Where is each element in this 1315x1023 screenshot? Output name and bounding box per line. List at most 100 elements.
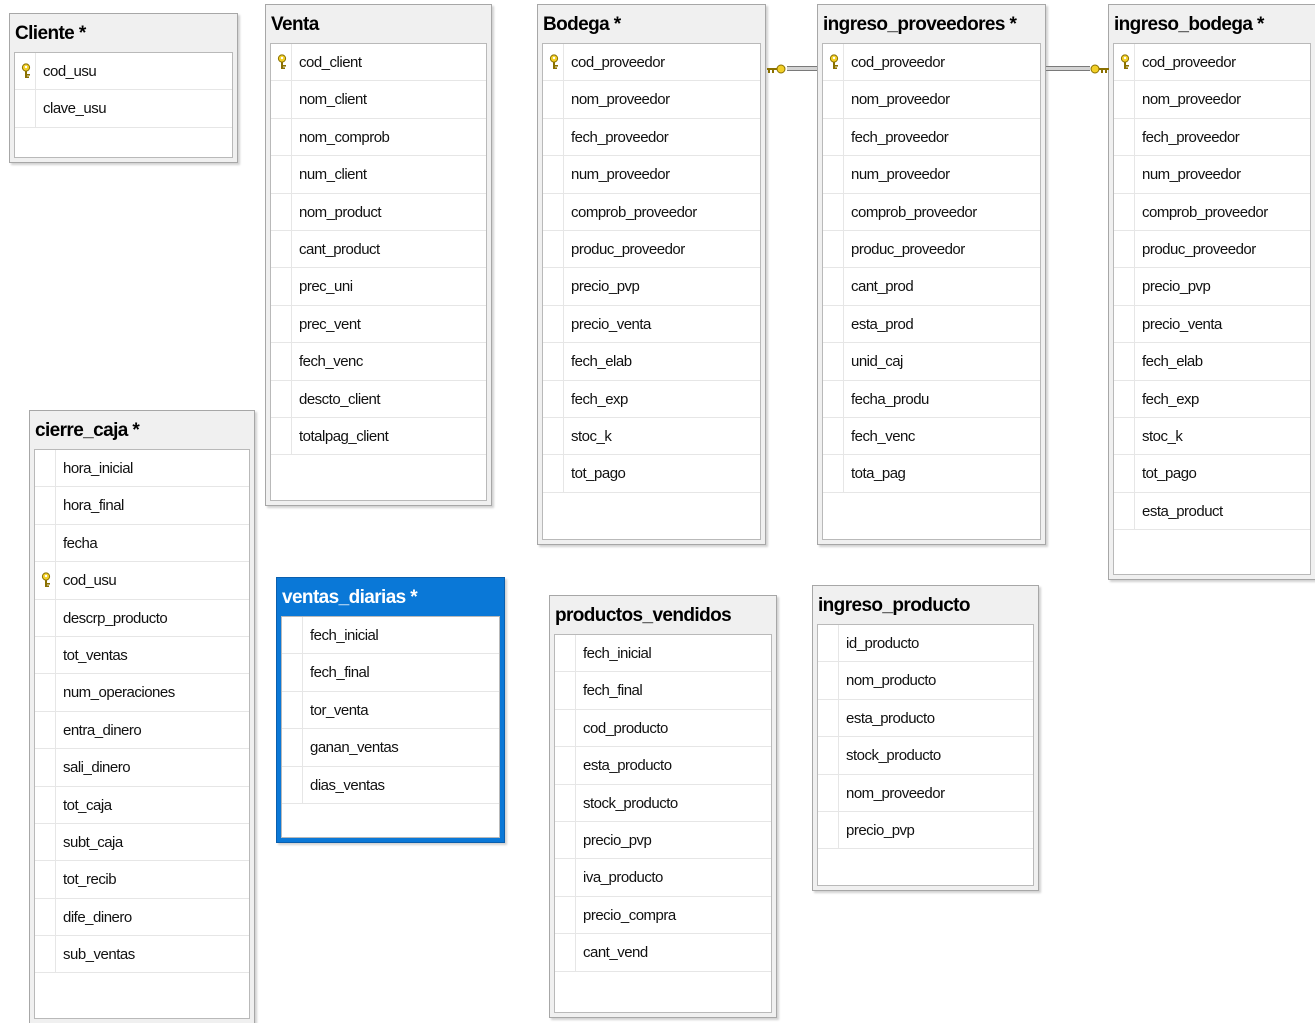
column-row[interactable]: clave_usu (15, 90, 232, 128)
table-title[interactable]: ventas_diarias * (277, 578, 504, 616)
table-ventas-diarias[interactable]: ventas_diarias * fech_inicial fech_final to… (276, 577, 505, 843)
row-selector[interactable] (543, 81, 564, 118)
row-selector[interactable] (35, 898, 56, 936)
column-row[interactable]: fech_exp (1114, 380, 1310, 418)
column-row[interactable]: fech_proveedor (543, 118, 760, 157)
table-title[interactable]: Bodega * (538, 5, 765, 43)
row-selector[interactable] (818, 811, 839, 849)
row-selector[interactable] (35, 711, 56, 749)
column-row[interactable]: nom_producto (818, 662, 1033, 700)
column-row[interactable]: subt_caja (35, 823, 249, 862)
row-selector[interactable] (271, 380, 292, 417)
row-selector[interactable] (271, 193, 292, 230)
column-row[interactable]: tot_caja (35, 786, 249, 824)
row-selector[interactable] (271, 156, 292, 193)
column-row[interactable]: tot_ventas (35, 636, 249, 675)
row-selector[interactable] (555, 784, 576, 821)
column-row[interactable]: fech_inicial (555, 635, 771, 673)
column-row[interactable]: dias_ventas (282, 766, 499, 804)
row-selector[interactable] (823, 305, 844, 343)
column-row[interactable]: nom_client (271, 81, 486, 119)
row-selector[interactable] (1114, 81, 1135, 118)
row-selector[interactable] (555, 672, 576, 709)
column-row[interactable]: hora_inicial (35, 450, 249, 488)
row-selector[interactable] (823, 193, 844, 230)
row-selector[interactable] (543, 193, 564, 230)
row-selector[interactable] (543, 417, 564, 455)
row-selector[interactable] (823, 156, 844, 193)
row-selector[interactable] (543, 380, 564, 417)
table-bodega[interactable]: Bodega * cod_proveedor nom_proveedor fech_p… (537, 4, 766, 545)
row-selector[interactable] (1114, 305, 1135, 343)
row-selector[interactable] (35, 450, 56, 487)
column-row[interactable]: precio_venta (1114, 305, 1310, 344)
column-row[interactable]: produc_proveedor (543, 230, 760, 269)
row-selector[interactable] (35, 823, 56, 861)
row-selector[interactable] (271, 230, 292, 268)
table-title[interactable]: ingreso_bodega * (1109, 5, 1315, 43)
row-selector[interactable] (1114, 343, 1135, 380)
column-row[interactable]: tor_venta (282, 691, 499, 730)
row-selector[interactable] (823, 230, 844, 268)
column-row[interactable]: descrp_producto (35, 599, 249, 637)
column-row[interactable]: cod_usu (15, 53, 232, 91)
row-selector[interactable] (15, 90, 36, 127)
row-selector[interactable] (282, 691, 303, 729)
row-selector[interactable] (555, 747, 576, 784)
row-selector[interactable] (1114, 118, 1135, 156)
column-row[interactable]: ganan_ventas (282, 729, 499, 767)
column-row[interactable]: nom_proveedor (823, 81, 1040, 119)
column-row[interactable]: nom_product (271, 193, 486, 231)
row-selector[interactable] (1114, 380, 1135, 417)
row-selector[interactable] (555, 635, 576, 672)
column-row[interactable]: fech_final (555, 672, 771, 710)
column-row[interactable]: cod_usu (35, 562, 249, 600)
column-row[interactable]: descto_client (271, 380, 486, 418)
row-selector[interactable] (818, 774, 839, 811)
row-selector[interactable] (823, 81, 844, 118)
row-selector[interactable] (543, 455, 564, 492)
column-row[interactable]: esta_product (1114, 492, 1310, 531)
column-row[interactable]: tot_pago (543, 455, 760, 493)
row-selector[interactable] (543, 305, 564, 343)
row-selector[interactable] (823, 343, 844, 380)
row-selector[interactable] (555, 821, 576, 859)
column-row[interactable]: esta_producto (818, 699, 1033, 738)
column-row[interactable]: fech_elab (1114, 343, 1310, 381)
table-title[interactable]: Venta (266, 5, 491, 43)
column-row[interactable]: num_proveedor (823, 156, 1040, 194)
column-row[interactable]: precio_pvp (555, 821, 771, 860)
column-row[interactable]: nom_proveedor (1114, 81, 1310, 119)
table-title[interactable]: productos_vendidos (550, 596, 776, 634)
row-selector[interactable] (555, 934, 576, 971)
column-row[interactable]: comprob_proveedor (1114, 193, 1310, 231)
column-row[interactable]: num_operaciones (35, 674, 249, 712)
table-title[interactable]: Cliente * (10, 14, 237, 52)
row-selector[interactable] (543, 156, 564, 193)
row-selector[interactable] (818, 662, 839, 699)
row-selector[interactable] (35, 786, 56, 823)
row-selector[interactable] (282, 654, 303, 691)
column-row[interactable]: cant_prod (823, 268, 1040, 306)
row-selector[interactable] (1114, 230, 1135, 268)
row-selector[interactable] (271, 343, 292, 380)
row-selector[interactable] (271, 305, 292, 343)
row-selector[interactable] (282, 729, 303, 766)
row-selector[interactable] (271, 268, 292, 305)
table-title[interactable]: ingreso_proveedores * (818, 5, 1045, 43)
table-ingreso-producto[interactable]: ingreso_producto id_producto nom_producto e… (812, 585, 1039, 891)
row-selector[interactable] (1114, 268, 1135, 305)
row-selector[interactable] (555, 709, 576, 747)
column-row[interactable]: fech_inicial (282, 617, 499, 655)
row-selector[interactable] (818, 737, 839, 774)
row-selector[interactable] (1114, 492, 1135, 530)
row-selector[interactable] (1114, 417, 1135, 455)
column-row[interactable]: fech_proveedor (823, 118, 1040, 157)
table-ingreso-proveedores[interactable]: ingreso_proveedores * cod_proveedor nom_pr… (817, 4, 1046, 545)
column-row[interactable]: precio_compra (555, 896, 771, 935)
column-row[interactable]: comprob_proveedor (823, 193, 1040, 231)
column-row[interactable]: esta_producto (555, 747, 771, 785)
row-selector[interactable] (823, 417, 844, 455)
column-row[interactable]: fech_final (282, 654, 499, 692)
column-row[interactable]: iva_producto (555, 859, 771, 897)
